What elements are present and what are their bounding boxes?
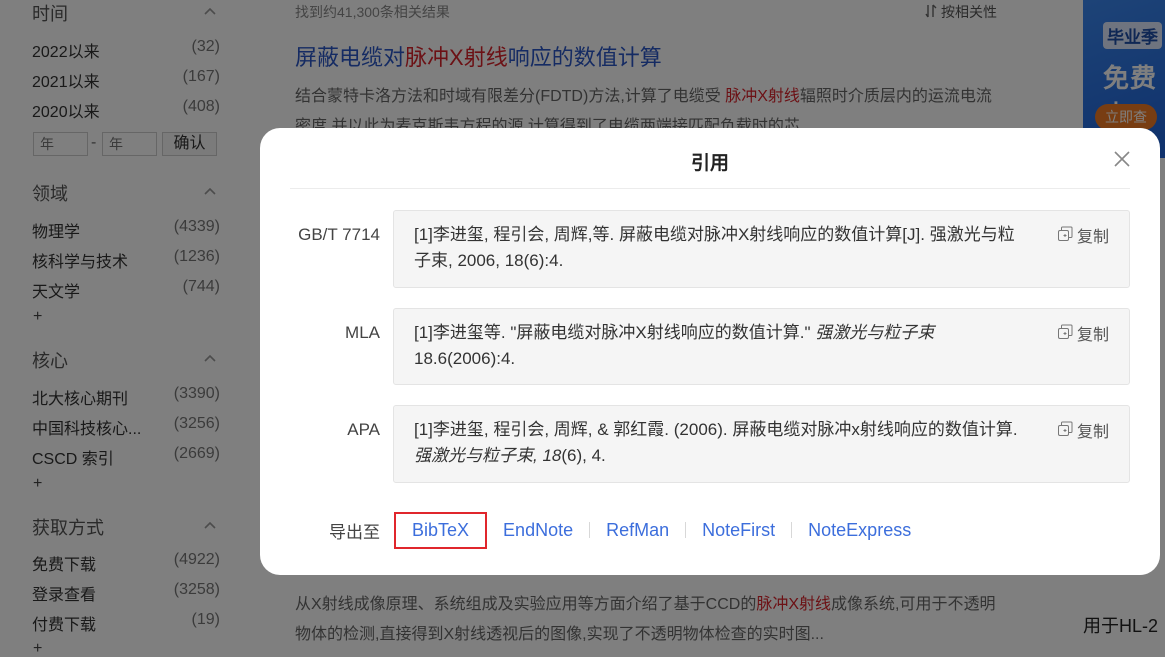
copy-icon — [1057, 323, 1073, 349]
citation-modal: 引用 GB/T 7714 [1]李进玺, 程引会, 周辉,等. 屏蔽电缆对脉冲X… — [260, 128, 1160, 575]
copy-button-mla[interactable]: 复制 — [1057, 323, 1109, 349]
citation-format-mla: MLA — [345, 323, 380, 342]
citation-text-gbt: [1]李进玺, 程引会, 周辉,等. 屏蔽电缆对脉冲X射线响应的数值计算[J].… — [393, 210, 1130, 288]
copy-icon — [1057, 420, 1073, 446]
export-options: BibTeX EndNote RefMan NoteFirst NoteExpr… — [394, 511, 927, 549]
export-refman-link[interactable]: RefMan — [590, 520, 685, 541]
citation-format-gbt: GB/T 7714 — [298, 225, 380, 244]
export-noteexpress-link[interactable]: NoteExpress — [792, 520, 927, 541]
citation-format-apa: APA — [347, 420, 380, 439]
modal-title: 引用 — [690, 153, 729, 174]
modal-divider — [290, 188, 1130, 189]
close-icon[interactable] — [1112, 149, 1132, 169]
export-label: 导出至 — [329, 523, 380, 542]
export-notefirst-link[interactable]: NoteFirst — [686, 520, 791, 541]
copy-button-gbt[interactable]: 复制 — [1057, 225, 1109, 251]
citation-text-mla: [1]李进玺等. "屏蔽电缆对脉冲X射线响应的数值计算." 强激光与粒子束 18… — [393, 308, 1130, 385]
copy-icon — [1057, 225, 1073, 251]
copy-button-apa[interactable]: 复制 — [1057, 420, 1109, 446]
citation-text-apa: [1]李进玺, 程引会, 周辉, & 郭红霞. (2006). 屏蔽电缆对脉冲x… — [393, 405, 1130, 483]
export-bibtex-link[interactable]: BibTeX — [394, 511, 488, 549]
export-endnote-link[interactable]: EndNote — [487, 520, 589, 541]
